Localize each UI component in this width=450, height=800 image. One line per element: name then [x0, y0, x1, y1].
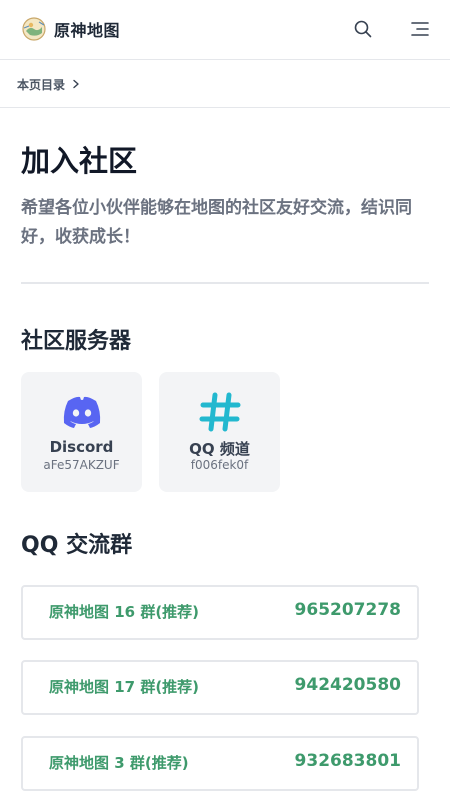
- site-title[interactable]: 原神地图: [54, 17, 120, 41]
- qq-group-number: 965207278: [294, 600, 401, 620]
- section-title-qq-groups: QQ 交流群: [21, 533, 133, 558]
- qq-channel-card[interactable]: QQ 频道 f006fek0f: [159, 372, 280, 492]
- divider: [21, 282, 429, 284]
- qq-group-row[interactable]: 原神地图 17 群(推荐) 942420580: [21, 660, 419, 715]
- qq-group-name: 原神地图 16 群(推荐): [49, 603, 200, 621]
- search-icon[interactable]: [353, 19, 373, 39]
- qq-group-name: 原神地图 17 群(推荐): [49, 678, 200, 696]
- chevron-right-icon: [73, 79, 79, 89]
- qq-group-name: 原神地图 3 群(推荐): [49, 754, 189, 772]
- qq-channel-code: f006fek0f: [190, 458, 249, 472]
- qq-group-number: 942420580: [294, 675, 401, 695]
- qq-channel-name: QQ 频道: [189, 440, 250, 458]
- table-of-contents-toggle[interactable]: 本页目录: [0, 60, 450, 108]
- toc-label: 本页目录: [17, 78, 66, 92]
- discord-invite-code: aFe57AKZUF: [43, 458, 120, 472]
- genshin-map-logo-icon[interactable]: [21, 16, 47, 42]
- page-intro: 希望各位小伙伴能够在地图的社区友好交流，结识同好，收获成长！: [21, 198, 412, 247]
- menu-icon[interactable]: [410, 19, 430, 39]
- discord-icon: [63, 396, 101, 428]
- discord-server-card[interactable]: Discord aFe57AKZUF: [21, 372, 142, 492]
- section-title-servers: 社区服务器: [21, 329, 132, 354]
- qq-group-number: 932683801: [294, 751, 401, 771]
- hashtag-icon: [199, 392, 241, 432]
- discord-name: Discord: [49, 438, 114, 456]
- qq-group-row[interactable]: 原神地图 16 群(推荐) 965207278: [21, 585, 419, 640]
- site-header: 原神地图: [0, 0, 450, 60]
- qq-group-row[interactable]: 原神地图 3 群(推荐) 932683801: [21, 736, 419, 791]
- page-title: 加入社区: [21, 144, 138, 178]
